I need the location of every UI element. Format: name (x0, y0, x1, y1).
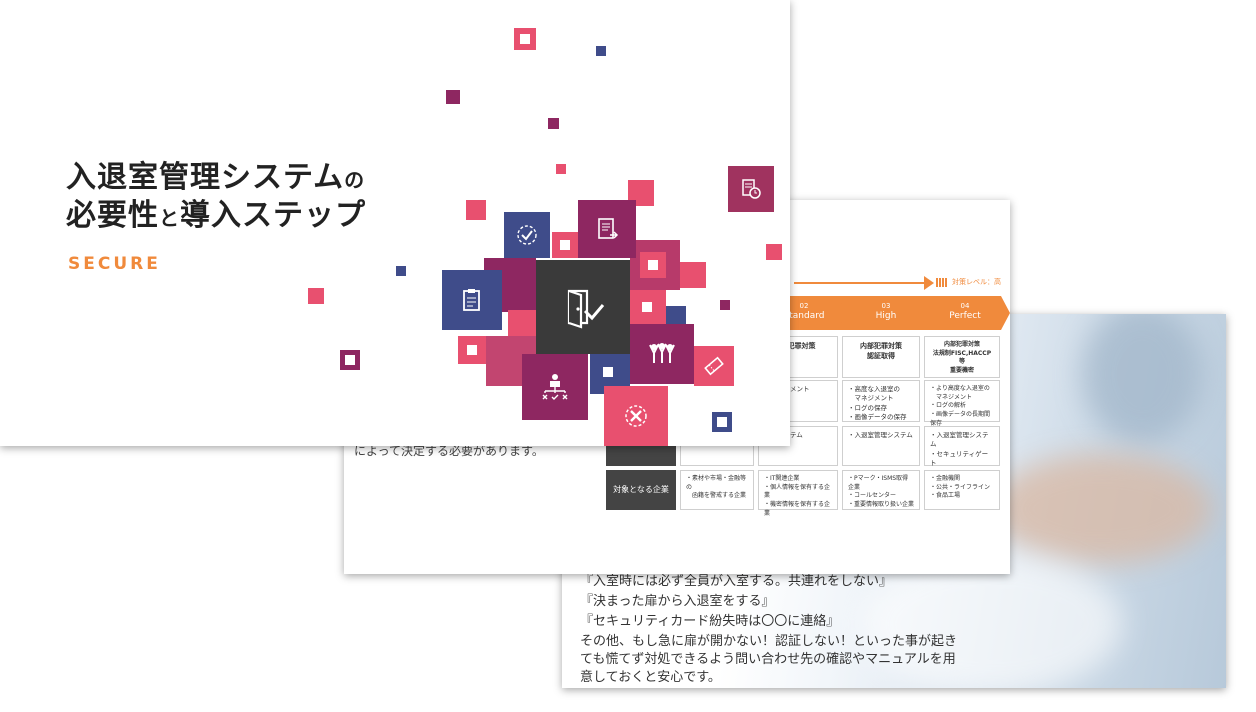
deco-square (766, 244, 782, 260)
ticket-tile (694, 346, 734, 386)
people-cheering-icon (649, 343, 675, 363)
ticket-icon (704, 356, 724, 376)
level-label: 対策レベル：高 (952, 278, 1001, 286)
door-check-icon (567, 289, 605, 329)
title-main-3: 導入ステップ (180, 198, 366, 233)
deco-square (396, 266, 406, 276)
title-slide: 入退室管理システムの 必要性と導入ステップ SECURE (0, 0, 790, 446)
deco-square (548, 118, 559, 129)
deco-square (514, 28, 536, 50)
level-bars-icon (936, 278, 948, 287)
deco-block (640, 252, 666, 278)
deco-square (308, 288, 324, 304)
clipboard-tile (442, 270, 502, 330)
door-check-tile (536, 260, 630, 354)
hand-photo (992, 454, 1212, 564)
rule-line-3: 『セキュリティカード紛失時は〇〇に連絡』 (580, 614, 840, 629)
target-basic: ・素材や市場・金融等の 函籍を警戒する企業 (680, 470, 754, 510)
target-row-header: 対象となる企業 (606, 470, 676, 510)
deco-block (508, 310, 536, 336)
system-high: ・入退室管理システム (842, 426, 920, 466)
stage-high: 03 High (838, 296, 934, 330)
org-chart-icon (542, 374, 568, 400)
deco-square (556, 164, 566, 174)
target-perfect: ・金融機関 ・公共・ライフライン ・食品工場 (924, 470, 1000, 510)
document-arrow-icon (598, 218, 619, 239)
photo-highlight (862, 554, 1122, 688)
deco-square (446, 90, 460, 104)
level-arrow-head (924, 276, 934, 290)
deco-square (340, 350, 360, 370)
stage-number: 04 (960, 302, 970, 310)
title-particle-2: と (159, 206, 180, 230)
stage-label: High (875, 311, 897, 321)
purpose-perfect: 内部犯罪対策 法規制FISC,HACCP等 重要機密 (924, 336, 1000, 378)
title-line-2: 必要性と導入ステップ (66, 190, 366, 234)
document-arrow-tile (578, 200, 636, 258)
deco-block (458, 336, 488, 364)
target-standard: ・IT関連企業 ・個人情報を保有する企業 ・機密情報を保有する企業 (758, 470, 838, 517)
people-tile (630, 324, 694, 384)
deco-block (630, 290, 666, 324)
clipboard-icon (463, 289, 480, 311)
deco-square (720, 300, 730, 310)
deco-block (552, 232, 578, 258)
stage-label: Perfect (949, 311, 981, 321)
network-x-tile (604, 386, 668, 446)
title-particle-1: の (344, 168, 366, 192)
deco-block (680, 262, 706, 288)
document-clock-tile (728, 166, 774, 212)
stage-number: 03 (881, 302, 891, 310)
network-check-tile (504, 212, 550, 258)
org-chart-tile (522, 354, 588, 420)
features-high: ・高度な入退室の マネジメント ・ログの保存 ・画像データの保存 (842, 380, 920, 422)
deco-block (666, 306, 686, 326)
level-arrow (794, 282, 924, 284)
blurred-person-photo (1082, 314, 1202, 444)
network-check-icon (517, 225, 537, 245)
deco-square (466, 200, 486, 220)
document-clock-icon (742, 179, 761, 199)
body-line-1: その他、もし急に扉が開かない！認証しない！といった事が起き (580, 634, 958, 649)
stage-perfect: 04 Perfect (920, 296, 1010, 330)
body-line-3: 意しておくと安心です。 (580, 670, 721, 685)
deco-square (712, 412, 732, 432)
secure-logo: SECURE (68, 254, 161, 274)
features-perfect: ・より高度な入退室の マネジメント ・ログの解析 ・画像データの長期間保存 (924, 380, 1000, 427)
rule-line-2: 『決まった扉から入退室をする』 (580, 594, 775, 609)
system-perfect: ・入退室管理システム ・セキュリティゲート (924, 426, 1000, 467)
target-high: ・Pマーク・ISMS取得企業 ・コールセンター ・重要情報取り扱い企業 (842, 470, 920, 510)
body-line-2: ても慌てず対処できるよう問い合わせ先の確認やマニュアルを用 (580, 652, 956, 667)
deco-square (596, 46, 606, 56)
purpose-high: 内部犯罪対策 認証取得 (842, 336, 920, 378)
network-x-icon (625, 405, 647, 427)
title-main-2: 必要性 (66, 198, 159, 233)
